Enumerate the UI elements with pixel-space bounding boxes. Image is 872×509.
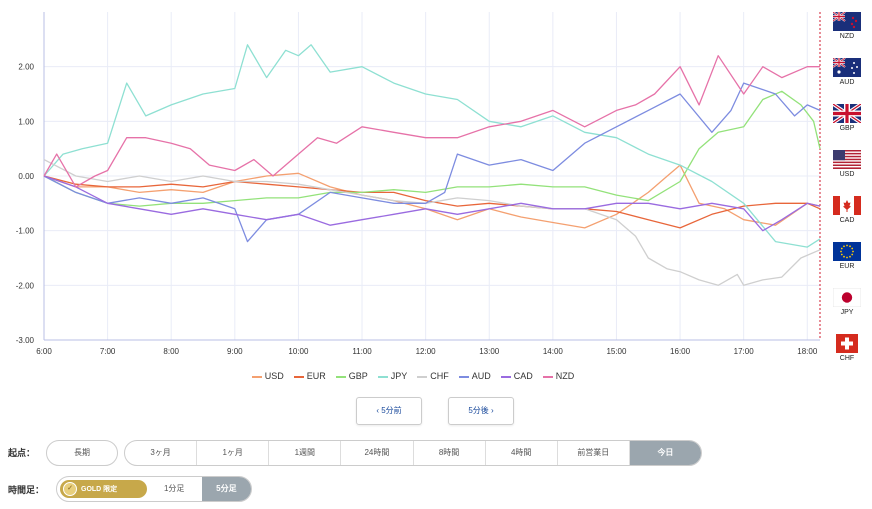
us-flag-icon: [830, 150, 864, 169]
flag-code-label: AUD: [839, 79, 855, 86]
legend-label: EUR: [306, 371, 326, 381]
gold-limited-badge: ✓ GOLD 限定: [60, 480, 147, 498]
x-tick-label: 11:00: [352, 347, 372, 356]
legend-item-nzd[interactable]: NZD: [542, 371, 575, 381]
x-tick-label: 17:00: [734, 347, 755, 356]
legend-swatch: [251, 375, 262, 378]
legend-item-cad[interactable]: CAD: [500, 371, 533, 381]
x-tick-label: 16:00: [670, 347, 691, 356]
flag-code-label: NZD: [839, 33, 855, 40]
ashi-option-5min[interactable]: 5分足: [201, 477, 251, 501]
flag-chf[interactable]: CHF: [830, 334, 864, 362]
flag-code-label: CHF: [839, 355, 855, 362]
kiten-option-3[interactable]: 24時間: [341, 441, 414, 465]
kiten-option-1[interactable]: 1ヶ月: [197, 441, 270, 465]
y-tick-label: 2.00: [18, 63, 34, 72]
x-tick-label: 12:00: [416, 347, 437, 356]
legend-label: AUD: [471, 371, 491, 381]
ashi-option-1min[interactable]: 1分足: [147, 477, 202, 501]
flag-aud[interactable]: AUD: [830, 58, 864, 86]
ca-flag-icon: [830, 196, 864, 215]
y-tick-label: -2.00: [16, 281, 35, 290]
legend-swatch: [293, 375, 304, 378]
chart-series: [43, 44, 821, 286]
flag-nzd[interactable]: NZD: [830, 12, 864, 40]
y-tick-label: 0.00: [18, 172, 34, 181]
x-tick-label: 7:00: [100, 347, 116, 356]
flag-cad[interactable]: CAD: [830, 196, 864, 224]
x-tick-label: 6:00: [36, 347, 52, 356]
legend-swatch: [377, 375, 388, 378]
kiten-label: 起点：: [8, 448, 36, 458]
series-line-jpy: [43, 44, 821, 248]
legend-label: JPY: [390, 371, 408, 381]
legend-swatch: [542, 375, 553, 378]
flag-usd[interactable]: USD: [830, 150, 864, 178]
chart-axes: 2.00 1.00 0.00 -1.00 -2.00 -3.006:00 7:00 8:00 9…: [16, 12, 821, 356]
y-tick-label: -3.00: [16, 336, 35, 345]
gold-coin-icon: ✓: [63, 482, 77, 496]
nz-flag-icon: [830, 12, 864, 31]
gold-label: GOLD 限定: [81, 486, 118, 493]
line-chart: 2.00 1.00 0.00 -1.00 -2.00 -3.006:00 7:00 8:00 9…: [16, 12, 821, 356]
y-tick-label: -1.00: [16, 227, 35, 236]
legend-item-jpy[interactable]: JPY: [377, 371, 408, 381]
flag-code-label: USD: [839, 171, 855, 178]
kiten-option-4[interactable]: 8時間: [414, 441, 486, 465]
series-line-chf: [43, 159, 821, 286]
legend-swatch: [335, 375, 346, 378]
legend-swatch: [417, 375, 428, 378]
next-5min-button[interactable]: 5分後 ›: [448, 397, 514, 425]
kiten-long-button[interactable]: 長期: [46, 440, 118, 466]
legend-label: NZD: [555, 371, 575, 381]
legend-item-aud[interactable]: AUD: [458, 371, 491, 381]
legend-item-gbp[interactable]: GBP: [335, 371, 368, 381]
legend-swatch: [500, 375, 511, 378]
kiten-option-2[interactable]: 1週間: [269, 441, 342, 465]
flag-code-label: EUR: [839, 263, 855, 270]
flag-jpy[interactable]: JPY: [830, 288, 864, 316]
x-tick-label: 18:00: [797, 347, 818, 356]
kiten-option-7[interactable]: 今日: [629, 441, 701, 465]
legend-label: GBP: [348, 371, 368, 381]
chart-legend: USD EUR GBP JPY CHF AUD CAD NZD: [0, 371, 826, 381]
legend-item-chf[interactable]: CHF: [417, 371, 449, 381]
flag-gbp[interactable]: GBP: [830, 104, 864, 132]
x-tick-label: 10:00: [288, 347, 309, 356]
x-tick-label: 8:00: [163, 347, 179, 356]
kiten-option-0[interactable]: 3ヶ月: [125, 441, 198, 465]
legend-item-usd[interactable]: USD: [251, 371, 284, 381]
eu-flag-icon: [830, 242, 864, 261]
ashi-segment-bar: ✓ GOLD 限定 1分足 5分足: [56, 476, 252, 502]
jp-flag-icon: [830, 288, 864, 307]
flag-code-label: GBP: [839, 125, 855, 132]
legend-item-eur[interactable]: EUR: [293, 371, 326, 381]
chart-grid: [43, 12, 820, 341]
kiten-segment-bar: 3ヶ月 1ヶ月 1週間 24時間 8時間 4時間 前営業日 今日: [124, 440, 702, 466]
flag-eur[interactable]: EUR: [830, 242, 864, 270]
au-flag-icon: [830, 58, 864, 77]
ch-flag-icon: [830, 334, 864, 353]
series-line-gbp: [43, 90, 821, 207]
ashi-label: 時間足：: [8, 485, 45, 495]
kiten-option-6[interactable]: 前営業日: [558, 441, 630, 465]
x-tick-label: 9:00: [227, 347, 243, 356]
x-tick-label: 13:00: [479, 347, 500, 356]
series-line-cad: [43, 175, 821, 232]
x-tick-label: 14:00: [543, 347, 564, 356]
flag-code-label: JPY: [840, 309, 854, 316]
y-tick-label: 1.00: [18, 117, 34, 126]
x-tick-label: 15:00: [606, 347, 627, 356]
legend-swatch: [458, 375, 469, 378]
gb-flag-icon: [830, 104, 864, 123]
legend-label: CHF: [430, 371, 449, 381]
legend-label: CAD: [513, 371, 533, 381]
prev-5min-button[interactable]: ‹ 5分前: [356, 397, 422, 425]
kiten-option-5[interactable]: 4時間: [486, 441, 558, 465]
flag-code-label: CAD: [839, 217, 855, 224]
legend-label: USD: [264, 371, 284, 381]
